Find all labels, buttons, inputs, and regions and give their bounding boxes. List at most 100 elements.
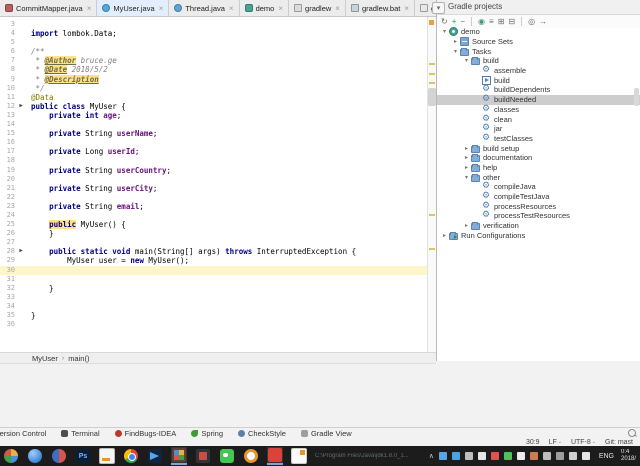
- search-icon[interactable]: [628, 429, 636, 437]
- taskbar-window-title[interactable]: C:\Program Files\Java\jdk1.8.0_1...: [315, 453, 409, 459]
- gradle-node-classes[interactable]: classes: [437, 105, 640, 115]
- taskbar-app-page-app-icon[interactable]: [291, 447, 307, 465]
- gradle-node-demo[interactable]: ▾demo: [437, 27, 640, 37]
- editor-tab-gradlew-bat[interactable]: gradlew.bat×: [346, 0, 415, 16]
- editor-tab-thread-java[interactable]: Thread.java×: [169, 0, 239, 16]
- taskbar-clock[interactable]: 0:42018/: [621, 449, 640, 463]
- chevron-right-icon[interactable]: ▸: [462, 154, 471, 161]
- refresh-icon[interactable]: ↻: [441, 18, 448, 26]
- gradle-node-compilejava[interactable]: compileJava: [437, 182, 640, 192]
- tray-cloud-icon[interactable]: [504, 452, 512, 460]
- tray-speaker-icon[interactable]: [543, 452, 551, 460]
- chevron-down-icon[interactable]: ▾: [462, 174, 471, 181]
- tray-arrow-icon[interactable]: [439, 452, 447, 460]
- run-task-icon[interactable]: ◉: [478, 18, 485, 26]
- gradle-node-help[interactable]: ▸help: [437, 163, 640, 173]
- taskbar-app-wechat-icon[interactable]: [219, 447, 235, 465]
- code-editor[interactable]: 34import lombok.Data;56/**7 * @Author br…: [0, 17, 427, 353]
- tray-grid-icon[interactable]: [465, 452, 473, 460]
- toolwindow-button-checkstyle[interactable]: CheckStyle: [238, 429, 286, 438]
- gradle-node-build[interactable]: ▾build: [437, 56, 640, 66]
- gradle-node-processresources[interactable]: processResources: [437, 201, 640, 211]
- breadcrumb-item-myuser[interactable]: MyUser: [32, 354, 58, 363]
- chevron-down-icon[interactable]: ▾: [462, 57, 471, 64]
- gradle-node-jar[interactable]: jar: [437, 124, 640, 134]
- breadcrumb-item-main[interactable]: main(): [68, 354, 89, 363]
- fold-marker-icon[interactable]: ▶: [15, 247, 27, 256]
- gradle-node-compiletestjava[interactable]: compileTestJava: [437, 192, 640, 202]
- tab-close-icon[interactable]: ×: [278, 4, 283, 13]
- status-widget-lf[interactable]: LF⌄: [549, 439, 562, 446]
- tray-expand-icon[interactable]: ∧: [429, 452, 434, 460]
- tray-bars-icon[interactable]: [556, 452, 564, 460]
- gradle-node-processtestresources[interactable]: processTestResources: [437, 211, 640, 221]
- gradle-node-verification[interactable]: ▸verification: [437, 221, 640, 231]
- taskbar-app-drive-pinwheel-icon[interactable]: [3, 447, 19, 465]
- detach-project-icon[interactable]: −: [460, 18, 465, 26]
- chevron-right-icon[interactable]: ▸: [462, 164, 471, 171]
- fold-marker-icon[interactable]: ▶: [15, 102, 27, 111]
- gradle-node-assemble[interactable]: assemble: [437, 66, 640, 76]
- toolwindow-button-version-control[interactable]: Version Control: [0, 429, 46, 438]
- tab-close-icon[interactable]: ×: [229, 4, 234, 13]
- taskbar-app-ring-app-icon[interactable]: [243, 447, 259, 465]
- gradle-node-buildneeded[interactable]: buildNeeded: [437, 95, 640, 105]
- tray-volume-icon[interactable]: [569, 452, 577, 460]
- taskbar-app-chrome-icon[interactable]: [123, 447, 139, 465]
- editor-tab-gradlew[interactable]: gradlew×: [289, 0, 346, 16]
- taskbar-app-swirl-app-icon[interactable]: [51, 447, 67, 465]
- language-indicator[interactable]: ENG: [599, 453, 614, 460]
- tab-close-icon[interactable]: ×: [87, 4, 92, 13]
- editor-tab-myuser-java[interactable]: MyUser.java×: [97, 0, 169, 16]
- chevron-down-icon[interactable]: ▾: [440, 28, 449, 35]
- gradle-node-run-configurations[interactable]: ▸Run Configurations: [437, 230, 640, 240]
- chevron-down-icon[interactable]: ▾: [451, 48, 460, 55]
- tray-note-icon[interactable]: [517, 452, 525, 460]
- gradle-node-tasks[interactable]: ▾Tasks: [437, 46, 640, 56]
- chevron-right-icon[interactable]: ▸: [462, 222, 471, 229]
- gradle-node-source-sets[interactable]: ▸Source Sets: [437, 37, 640, 47]
- tray-keyboard-icon[interactable]: [582, 452, 590, 460]
- gradle-node-documentation[interactable]: ▸documentation: [437, 153, 640, 163]
- taskbar-app-photo-app-icon[interactable]: [195, 447, 211, 465]
- gradle-node-builddependents[interactable]: buildDependents: [437, 85, 640, 95]
- status-widget-git-mast[interactable]: Git: mast: [605, 439, 640, 446]
- toolwindow-button-gradle-view[interactable]: Gradle View: [301, 429, 352, 438]
- collapse-all-icon[interactable]: ⊟: [508, 18, 515, 26]
- taskbar-app-document-app-icon[interactable]: [99, 447, 115, 465]
- editor-error-stripe[interactable]: [427, 17, 436, 353]
- toolwindow-button-findbugs-idea[interactable]: FindBugs-IDEA: [115, 429, 177, 438]
- tab-close-icon[interactable]: ×: [159, 4, 164, 13]
- editor-tab-commitmapper-java[interactable]: CommitMapper.java×: [0, 0, 97, 16]
- chevron-right-icon[interactable]: ▸: [451, 38, 460, 45]
- editor-scrollbar-thumb[interactable]: [428, 88, 436, 106]
- tray-window-icon[interactable]: [478, 452, 486, 460]
- task-list-icon[interactable]: ≡: [489, 18, 494, 26]
- hidden-tabs-button[interactable]: ▾: [432, 2, 445, 14]
- tray-shield-icon[interactable]: [452, 452, 460, 460]
- toolwindow-button-spring[interactable]: Spring: [191, 429, 223, 438]
- tab-close-icon[interactable]: ×: [335, 4, 340, 13]
- expand-all-icon[interactable]: ⊞: [498, 18, 505, 26]
- tray-red-icon[interactable]: [491, 452, 499, 460]
- editor-tab-demo[interactable]: demo×: [240, 0, 289, 16]
- taskbar-app-red-app-icon[interactable]: [267, 447, 283, 465]
- taskbar-app-browser-orb-icon[interactable]: [27, 447, 43, 465]
- offline-mode-icon[interactable]: ◎: [528, 18, 535, 26]
- toolwindow-button-terminal[interactable]: Terminal: [61, 429, 99, 438]
- gradle-node-testclasses[interactable]: testClasses: [437, 134, 640, 144]
- taskbar-app-game-app-icon[interactable]: [171, 447, 187, 465]
- inspection-warning-indicator[interactable]: [429, 20, 434, 25]
- gradle-node-clean[interactable]: clean: [437, 114, 640, 124]
- taskbar-app-thunder-icon[interactable]: [147, 447, 163, 465]
- tab-close-icon[interactable]: ×: [404, 4, 409, 13]
- navigate-source-icon[interactable]: →: [539, 18, 547, 26]
- gradle-node-build[interactable]: build: [437, 75, 640, 85]
- gradle-node-build-setup[interactable]: ▸build setup: [437, 143, 640, 153]
- taskbar-app-photoshop-icon[interactable]: Ps: [75, 447, 91, 465]
- gradle-panel-scrollbar-thumb[interactable]: [634, 88, 639, 106]
- gradle-node-other[interactable]: ▾other: [437, 172, 640, 182]
- tray-person-icon[interactable]: [530, 452, 538, 460]
- chevron-right-icon[interactable]: ▸: [440, 232, 449, 239]
- status-widget-30-9[interactable]: 30:9: [526, 439, 540, 446]
